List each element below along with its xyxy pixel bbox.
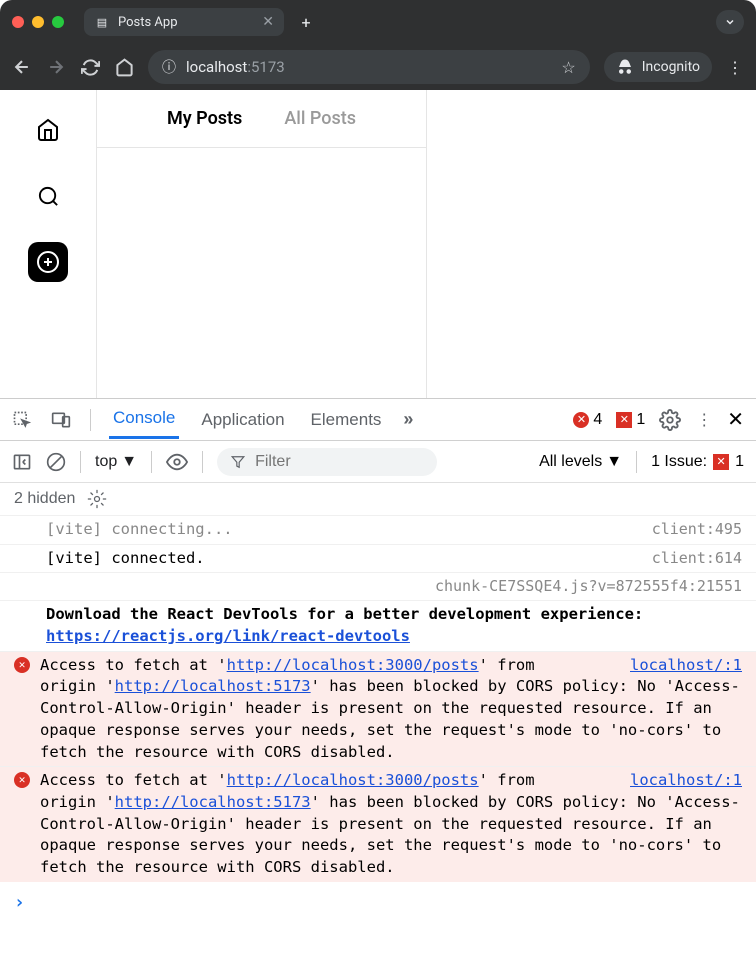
maximize-window[interactable]: [52, 16, 64, 28]
error-row: ✕ Access to fetch at 'http://localhost:3…: [0, 766, 756, 881]
log-levels-selector[interactable]: All levels ▼: [539, 453, 622, 471]
url-text: localhost:5173: [186, 58, 285, 76]
site-info-icon[interactable]: ⓘ: [162, 57, 176, 77]
window-controls[interactable]: [12, 16, 64, 28]
react-devtools-link[interactable]: https://reactjs.org/link/react-devtools: [46, 627, 410, 645]
error-source-link[interactable]: localhost/:1: [630, 770, 742, 792]
home-button[interactable]: [114, 57, 134, 77]
log-source[interactable]: chunk-CE7SSQE4.js?v=872555f4:21551: [425, 576, 742, 597]
sidebar-create-button[interactable]: [28, 242, 68, 282]
devtools-tab-application[interactable]: Application: [197, 402, 288, 438]
close-tab-icon[interactable]: ✕: [262, 14, 274, 30]
device-toggle-icon[interactable]: [50, 410, 72, 430]
tab-overflow-button[interactable]: [716, 10, 744, 34]
log-row: [vite] connected. client:614: [0, 544, 756, 573]
forward-button[interactable]: [46, 57, 66, 77]
tab-my-posts[interactable]: My Posts: [167, 108, 242, 129]
devtools-close-icon[interactable]: ✕: [727, 407, 744, 432]
error-icon: ✕: [14, 772, 30, 788]
issue-count-badge[interactable]: ✕1: [616, 411, 645, 429]
error-icon: ✕: [573, 412, 589, 428]
browser-tab[interactable]: ▤ Posts App ✕: [84, 8, 284, 36]
error-icon: ✕: [14, 657, 30, 673]
error-count-badge[interactable]: ✕4: [573, 411, 602, 429]
close-window[interactable]: [12, 16, 24, 28]
bookmark-icon[interactable]: ☆: [561, 58, 575, 77]
log-row: [vite] connecting... client:495: [0, 515, 756, 544]
sidebar-home-button[interactable]: [28, 110, 68, 150]
console-prompt[interactable]: ›: [0, 882, 756, 923]
issues-link[interactable]: 1 Issue: ✕1: [651, 453, 744, 471]
issue-icon: ✕: [616, 412, 632, 428]
error-url-link[interactable]: http://localhost:3000/posts: [227, 771, 479, 789]
browser-menu-icon[interactable]: ⋮: [726, 58, 744, 77]
error-source-link[interactable]: localhost/:1: [630, 655, 742, 677]
error-origin-link[interactable]: http://localhost:5173: [115, 677, 311, 695]
minimize-window[interactable]: [32, 16, 44, 28]
log-source[interactable]: client:495: [642, 519, 742, 541]
filter-input-wrap[interactable]: [217, 448, 437, 476]
console-settings-icon[interactable]: [87, 489, 107, 509]
sidebar-search-button[interactable]: [28, 176, 68, 216]
log-source[interactable]: client:614: [642, 548, 742, 570]
filter-input[interactable]: [255, 453, 423, 471]
devtools-menu-icon[interactable]: ⋮: [695, 410, 713, 430]
issue-icon: ✕: [713, 454, 729, 470]
filter-icon: [231, 454, 245, 470]
dropdown-icon: ▼: [606, 453, 622, 471]
live-expression-icon[interactable]: [166, 451, 188, 473]
error-origin-link[interactable]: http://localhost:5173: [115, 793, 311, 811]
incognito-icon: [616, 58, 634, 76]
address-bar[interactable]: ⓘ localhost:5173 ☆: [148, 50, 590, 84]
devtools-tab-console[interactable]: Console: [109, 400, 179, 439]
log-row: Download the React DevTools for a better…: [0, 600, 756, 650]
hidden-count[interactable]: 2 hidden: [14, 490, 75, 508]
tab-all-posts[interactable]: All Posts: [284, 108, 356, 129]
page-icon: ▤: [94, 14, 110, 30]
tab-title: Posts App: [118, 15, 254, 30]
incognito-badge[interactable]: Incognito: [604, 52, 712, 82]
error-url-link[interactable]: http://localhost:3000/posts: [227, 656, 479, 674]
incognito-label: Incognito: [642, 59, 700, 75]
toggle-drawer-icon[interactable]: [12, 452, 32, 472]
error-row: ✕ Access to fetch at 'http://localhost:3…: [0, 651, 756, 766]
devtools-tab-elements[interactable]: Elements: [307, 402, 386, 438]
clear-console-icon[interactable]: [46, 452, 66, 472]
new-tab-button[interactable]: +: [292, 8, 320, 36]
inspect-icon[interactable]: [12, 410, 32, 430]
dropdown-icon: ▼: [121, 453, 137, 471]
settings-icon[interactable]: [659, 409, 681, 431]
log-row: chunk-CE7SSQE4.js?v=872555f4:21551: [0, 572, 756, 600]
back-button[interactable]: [12, 57, 32, 77]
devtools-more-tabs-icon[interactable]: »: [403, 409, 413, 430]
reload-button[interactable]: [80, 57, 100, 77]
context-selector[interactable]: top ▼: [95, 453, 137, 471]
